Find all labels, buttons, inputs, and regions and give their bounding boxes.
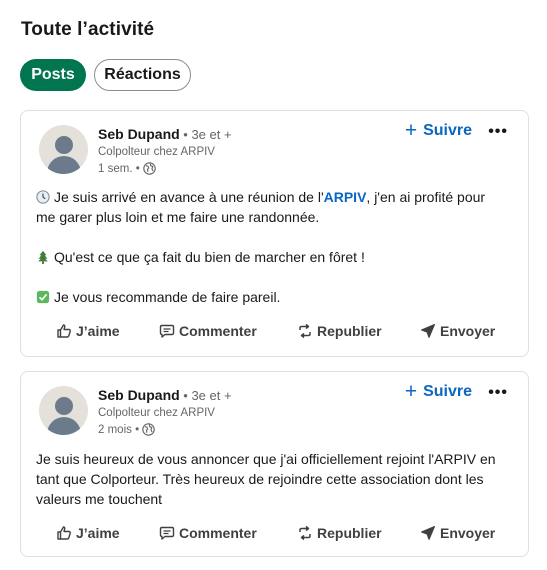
like-label: J’aime [76,525,120,541]
avatar-head-shape [55,397,73,415]
thumbs-up-icon [57,526,71,540]
like-label: J’aime [76,323,120,339]
like-button[interactable]: J’aime [56,525,120,541]
avatar[interactable] [39,125,88,174]
post-content: Je suis arrivé en avance à une réunion d… [36,187,504,307]
plus-icon: + [404,380,418,403]
post-meta: 1 sem. • [98,162,156,175]
repost-label: Republier [317,525,382,541]
globe-icon [142,423,155,436]
check-emoji-icon [36,290,50,304]
post-author-line: Seb Dupand • 3e et + [98,126,232,142]
comment-icon [159,324,175,338]
repost-button[interactable]: Republier [297,323,382,339]
avatar-head-shape [55,136,73,154]
send-icon [421,324,435,338]
post-time: 1 sem. • [98,162,140,175]
author-headline: Colpolteur chez ARPIV [98,146,215,158]
author-name[interactable]: Seb Dupand [98,387,180,403]
connection-degree: • 3e et + [179,388,232,403]
comment-button[interactable]: Commenter [159,525,257,541]
post-text-part: Je suis arrivé en avance à une réunion d… [54,189,324,205]
repost-icon [299,323,311,339]
tree-emoji-icon [38,250,48,264]
filter-posts-button[interactable]: Posts [20,59,86,91]
author-headline: Colpolteur chez ARPIV [98,407,215,419]
post-actions: J’aime Commenter Republier Envoyer [21,319,528,343]
post-author-line: Seb Dupand • 3e et + [98,387,232,403]
avatar-body-shape [47,156,81,174]
send-button[interactable]: Envoyer [420,323,495,339]
more-options-button[interactable]: ••• [488,384,508,402]
clock-emoji-icon [36,190,50,204]
comment-label: Commenter [179,525,257,541]
avatar[interactable] [39,386,88,435]
more-options-button[interactable]: ••• [488,123,508,141]
post-content: Je suis heureux de vous annoncer que j'a… [36,449,504,509]
comment-icon [159,526,175,540]
connection-degree: • 3e et + [179,127,232,142]
post-card: Seb Dupand • 3e et + Colpolteur chez ARP… [20,371,529,557]
send-label: Envoyer [440,323,496,339]
post-time: 2 mois • [98,423,140,436]
post-text-line: Qu'est ce que ça fait du bien de marcher… [54,249,365,265]
thumbs-up-icon [57,324,71,338]
post-text: Je suis heureux de vous annoncer que j'a… [36,451,496,507]
send-button[interactable]: Envoyer [420,525,495,541]
follow-button[interactable]: + Suivre [404,380,472,403]
comment-label: Commenter [179,323,257,339]
follow-label: Suivre [423,383,472,400]
send-icon [421,526,435,540]
comment-button[interactable]: Commenter [159,323,257,339]
post-actions: J’aime Commenter Republier Envoyer [21,521,528,545]
page-title: Toute l’activité [21,19,155,40]
avatar-body-shape [47,417,81,435]
repost-icon [299,525,311,541]
follow-button[interactable]: + Suivre [404,119,472,142]
plus-icon: + [404,119,418,142]
repost-label: Republier [317,323,382,339]
send-label: Envoyer [440,525,496,541]
company-link[interactable]: ARPIV [324,189,367,205]
globe-icon [142,162,156,175]
repost-button[interactable]: Republier [297,525,382,541]
post-meta: 2 mois • [98,423,155,436]
post-text-line: Je vous recommande de faire pareil. [54,289,281,305]
filter-reactions-button[interactable]: Réactions [94,59,191,91]
post-card: Seb Dupand • 3e et + Colpolteur chez ARP… [20,110,529,357]
follow-label: Suivre [423,122,472,139]
author-name[interactable]: Seb Dupand [98,126,180,142]
like-button[interactable]: J’aime [56,323,120,339]
